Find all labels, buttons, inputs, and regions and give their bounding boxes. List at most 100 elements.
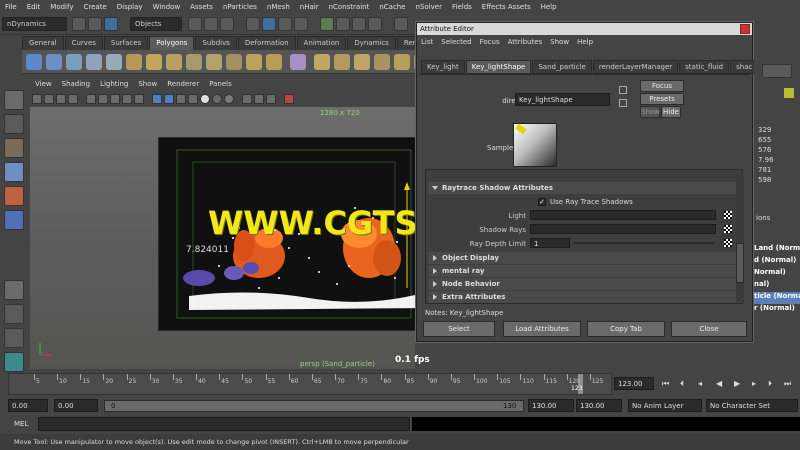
snap-view-icon[interactable] (368, 17, 382, 31)
poly-pipe-icon[interactable] (186, 54, 202, 70)
menu-nsolver[interactable]: nSolver (411, 3, 447, 11)
node-name-field[interactable]: Key_lightShape (515, 93, 610, 106)
high-quality-icon[interactable] (284, 94, 294, 104)
extrude-icon[interactable] (314, 54, 330, 70)
film-gate-icon[interactable] (98, 94, 108, 104)
poly-prism-icon[interactable] (146, 54, 162, 70)
field-chart-icon[interactable] (134, 94, 144, 104)
ae-title-bar[interactable]: Attribute Editor (417, 23, 752, 35)
ray-depth-slider[interactable] (574, 242, 714, 244)
step-forward-key-icon[interactable]: ▸ (752, 379, 756, 388)
poly-helix-icon[interactable] (206, 54, 222, 70)
ao-icon[interactable] (224, 94, 234, 104)
bookmark-icon[interactable] (56, 94, 66, 104)
shelf-tab-animation[interactable]: Animation (296, 36, 347, 50)
shelf-tab-surfaces[interactable]: Surfaces (103, 36, 149, 50)
wireframe-icon[interactable] (152, 94, 162, 104)
smooth-icon[interactable] (290, 54, 306, 70)
menu-effects-assets[interactable]: Effects Assets (477, 3, 536, 11)
layer-item[interactable]: d (Normal) (754, 256, 800, 268)
use-raytrace-checkbox[interactable]: ✓ (538, 198, 546, 206)
section-node-behavior[interactable]: Node Behavior (428, 278, 736, 290)
ae-tab-static-fluid[interactable]: static_fluid (679, 60, 730, 74)
range-slider[interactable]: 0 130 (104, 400, 524, 412)
ray-depth-map-button[interactable] (724, 239, 732, 247)
menu-nhair[interactable]: nHair (295, 3, 324, 11)
bridge-icon[interactable] (334, 54, 350, 70)
layout-outliner-icon[interactable] (4, 328, 24, 348)
channel-value[interactable]: 329 (758, 126, 798, 136)
bevel-icon[interactable] (394, 54, 410, 70)
paint-select-icon[interactable] (4, 138, 24, 158)
history-icon[interactable] (394, 17, 408, 31)
character-set-dropdown[interactable]: No Character Set (706, 399, 798, 412)
anim-layer-dropdown[interactable]: No Anim Layer (628, 399, 702, 412)
output-connection-icon[interactable] (619, 99, 627, 107)
menu-assets[interactable]: Assets (185, 3, 218, 11)
mel-label[interactable]: MEL (14, 420, 28, 428)
poly-cube-icon[interactable] (46, 54, 62, 70)
select-button[interactable]: Select (423, 321, 495, 337)
isolate-icon[interactable] (242, 94, 252, 104)
move-tool-icon[interactable] (4, 162, 24, 182)
lights-icon[interactable] (200, 94, 210, 104)
hypershade-icon[interactable] (4, 352, 24, 372)
viewport-menu-panels[interactable]: Panels (204, 80, 237, 92)
menu-display[interactable]: Display (112, 3, 148, 11)
new-scene-icon[interactable] (72, 17, 86, 31)
shelf-tab-curves[interactable]: Curves (64, 36, 103, 50)
section-raytrace-shadow[interactable]: Raytrace Shadow Attributes (428, 182, 736, 194)
poly-pyramid-icon[interactable] (166, 54, 182, 70)
gate-mask-icon[interactable] (122, 94, 132, 104)
save-scene-icon[interactable] (104, 17, 118, 31)
channel-value[interactable]: 781 (758, 166, 798, 176)
combine-icon[interactable] (246, 54, 262, 70)
focus-button[interactable]: Focus (640, 80, 684, 92)
layer-item-selected[interactable]: ticle (Normal) (754, 292, 800, 304)
menu-ncache[interactable]: nCache (374, 3, 410, 11)
channel-value[interactable]: 598 (758, 176, 798, 186)
ae-menu-attributes[interactable]: Attributes (504, 38, 547, 46)
grid-icon[interactable] (86, 94, 96, 104)
ray-depth-field[interactable]: 1 (530, 238, 570, 248)
open-scene-icon[interactable] (88, 17, 102, 31)
viewport-menu-lighting[interactable]: Lighting (95, 80, 133, 92)
presets-button[interactable]: Presets (640, 93, 684, 105)
close-button[interactable]: Close (671, 321, 747, 337)
menu-nconstraint[interactable]: nConstraint (324, 3, 375, 11)
layout-four-icon[interactable] (4, 304, 24, 324)
animation-start-field[interactable]: 0.00 (8, 399, 48, 412)
layer-item[interactable]: nal) (754, 280, 800, 292)
rotate-tool-icon[interactable] (4, 186, 24, 206)
select-component-icon[interactable] (220, 17, 234, 31)
shadows-icon[interactable] (212, 94, 222, 104)
channel-value[interactable]: 576 (758, 146, 798, 156)
layer-item[interactable]: r (Normal) (754, 304, 800, 316)
poly-cone-icon[interactable] (86, 54, 102, 70)
select-surface-icon[interactable] (294, 17, 308, 31)
ae-menu-list[interactable]: List (417, 38, 437, 46)
viewport-menu-view[interactable]: View (30, 80, 57, 92)
textured-icon[interactable] (188, 94, 198, 104)
animation-end-field[interactable]: 130.00 (576, 399, 622, 412)
ae-tab-key-light[interactable]: Key_light (421, 60, 465, 74)
menu-file[interactable]: File (0, 3, 22, 11)
menu-fields[interactable]: Fields (447, 3, 477, 11)
step-back-icon[interactable]: ⏴ (680, 379, 684, 389)
menu-nparticles[interactable]: nParticles (218, 3, 262, 11)
ae-tab-sand-particle[interactable]: Sand_particle (532, 60, 592, 74)
image-plane-icon[interactable] (68, 94, 78, 104)
time-slider[interactable]: 5 10 15 20 25 30 35 40 45 50 55 60 65 70 75 80 85 90 95 100… (8, 373, 612, 395)
select-handle-icon[interactable] (246, 17, 260, 31)
shelf-tab-subdivs[interactable]: Subdivs (195, 36, 237, 50)
section-extra-attributes[interactable]: Extra Attributes (428, 291, 736, 303)
menu-edit[interactable]: Edit (22, 3, 46, 11)
resolution-gate-icon[interactable] (110, 94, 120, 104)
select-object-icon[interactable] (204, 17, 218, 31)
section-object-display[interactable]: Object Display (428, 252, 736, 264)
layer-item[interactable]: Land (Normal) (754, 244, 800, 256)
xray-icon[interactable] (254, 94, 264, 104)
snap-curve-icon[interactable] (336, 17, 350, 31)
module-dropdown[interactable]: nDynamics (2, 17, 67, 31)
camera-attr-icon[interactable] (44, 94, 54, 104)
